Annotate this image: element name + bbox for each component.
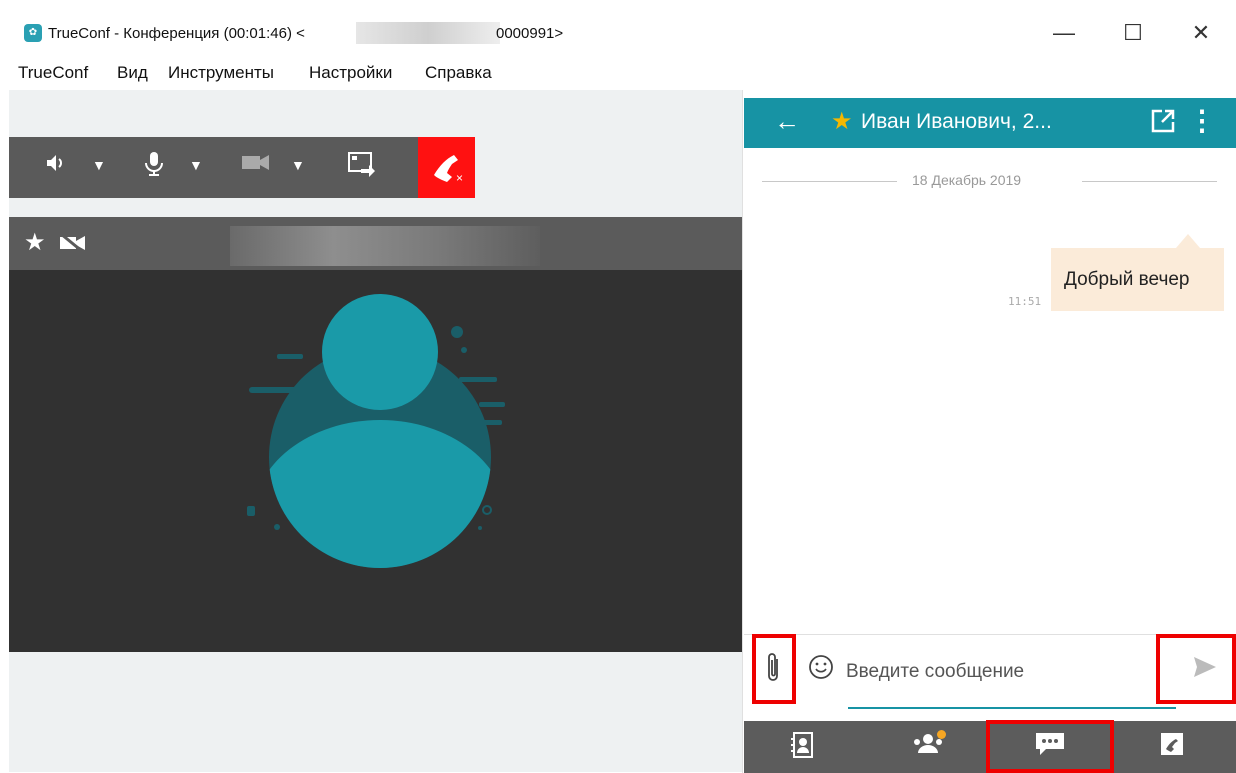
contacts-icon[interactable] xyxy=(791,731,815,765)
video-stream xyxy=(9,270,742,652)
menu-item-settings[interactable]: Настройки xyxy=(309,63,392,83)
date-divider-line xyxy=(1082,181,1217,182)
maximize-button[interactable]: ☐ xyxy=(1113,18,1153,48)
date-divider-line xyxy=(762,181,897,182)
speaker-icon[interactable] xyxy=(44,151,68,181)
microphone-icon[interactable] xyxy=(143,151,165,183)
star-icon[interactable]: ★ xyxy=(24,228,46,257)
menu-item-help[interactable]: Справка xyxy=(425,63,492,83)
window-title: TrueConf - Конференция (00:01:46) < xyxy=(48,25,305,42)
hangup-button[interactable]: × xyxy=(418,137,475,198)
redacted-participant-name xyxy=(230,226,540,266)
popout-icon[interactable] xyxy=(1150,108,1176,141)
highlight-chat-tab xyxy=(986,720,1114,773)
highlight-attach xyxy=(752,634,796,704)
menu-item-trueconf[interactable]: TrueConf xyxy=(18,63,88,83)
camera-icon[interactable] xyxy=(241,151,271,179)
emoji-icon[interactable] xyxy=(808,654,834,687)
message-input[interactable] xyxy=(846,654,1146,690)
minimize-button[interactable]: — xyxy=(1044,18,1084,48)
date-separator: 18 Декабрь 2019 xyxy=(912,172,1022,188)
back-arrow-icon[interactable]: ← xyxy=(774,106,800,137)
message-time: 11:51 xyxy=(1008,295,1042,308)
favorite-star-icon[interactable]: ★ xyxy=(831,107,853,136)
camera-dropdown-icon[interactable]: ▼ xyxy=(291,157,305,173)
menu-item-tools[interactable]: Инструменты xyxy=(168,63,274,83)
svg-text:×: × xyxy=(456,171,463,185)
microphone-dropdown-icon[interactable]: ▼ xyxy=(189,157,203,173)
trueconf-logo-icon: ✿ xyxy=(24,24,42,42)
speaker-dropdown-icon[interactable]: ▼ xyxy=(92,157,106,173)
screen-share-icon[interactable] xyxy=(347,151,377,185)
window-title-suffix: 0000991> xyxy=(496,25,564,42)
message-bubble-tail xyxy=(1176,234,1200,248)
message-text: Добрый вечер xyxy=(1064,269,1190,290)
more-options-icon[interactable]: ⋮ xyxy=(1188,104,1216,137)
menu-item-view[interactable]: Вид xyxy=(117,63,148,83)
highlight-send xyxy=(1156,634,1236,704)
call-history-icon[interactable] xyxy=(1159,731,1185,763)
contact-name: Иван Иванович, 2... xyxy=(861,110,1052,133)
redacted-title-segment xyxy=(356,22,500,44)
camera-off-icon xyxy=(59,232,87,258)
input-underline xyxy=(848,707,1176,709)
close-button[interactable]: ✕ xyxy=(1181,18,1221,48)
notification-badge xyxy=(937,730,946,739)
avatar-placeholder-icon xyxy=(247,294,505,568)
